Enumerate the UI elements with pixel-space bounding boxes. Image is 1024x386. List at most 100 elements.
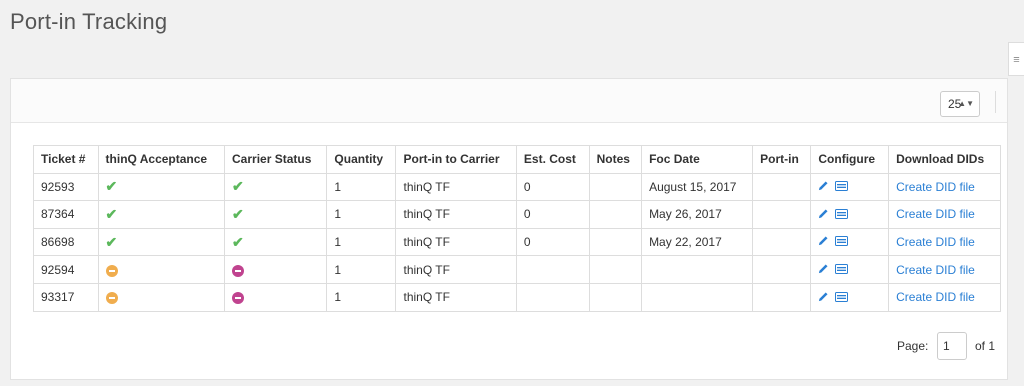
table-header-row: Ticket # thinQ Acceptance Carrier Status… xyxy=(33,145,1001,174)
minus-circle-orange-icon xyxy=(105,292,118,305)
select-arrows-icon: ▲▼ xyxy=(958,99,974,108)
minus-circle-purple-icon xyxy=(232,292,245,305)
table-row: 87364 ✔ ✔ 1 thinQ TF 0 May 26, 2017 Create DID … xyxy=(33,200,1001,229)
pencil-icon[interactable] xyxy=(818,291,829,305)
notes-cell xyxy=(588,200,643,229)
download-cell: Create DID file xyxy=(888,282,1001,312)
col-carrier[interactable]: Port-in to Carrier xyxy=(395,145,517,174)
pencil-icon[interactable] xyxy=(818,235,829,249)
acceptance-cell: ✔ xyxy=(97,227,226,257)
quantity-cell: 1 xyxy=(326,227,397,257)
col-carrier-status[interactable]: Carrier Status xyxy=(224,145,328,174)
ticket-cell: 92593 xyxy=(33,172,99,202)
check-icon: ✔ xyxy=(232,205,244,222)
notes-cell xyxy=(588,227,643,257)
est-cost-cell: 0 xyxy=(515,200,590,229)
card-icon[interactable] xyxy=(835,208,849,222)
download-cell: Create DID file xyxy=(888,227,1001,257)
download-cell: Create DID file xyxy=(888,172,1001,202)
download-cell: Create DID file xyxy=(888,200,1001,229)
acceptance-cell: ✔ xyxy=(97,172,226,202)
table-row: 92594 1 thinQ TF Create DID file xyxy=(33,255,1001,284)
carrier-cell: thinQ TF xyxy=(395,227,517,257)
card-icon[interactable] xyxy=(835,291,849,305)
col-ticket[interactable]: Ticket # xyxy=(33,145,99,174)
ticket-cell: 93317 xyxy=(33,282,99,312)
foc-date-cell: May 26, 2017 xyxy=(641,200,754,229)
foc-date-cell xyxy=(641,282,754,312)
port-in-cell xyxy=(752,227,812,257)
page-number-input[interactable] xyxy=(937,332,967,360)
foc-date-cell: August 15, 2017 xyxy=(641,172,754,202)
col-est-cost[interactable]: Est. Cost xyxy=(515,145,590,174)
carrier-status-cell xyxy=(224,255,328,284)
est-cost-cell: 0 xyxy=(515,172,590,202)
create-did-file-link[interactable]: Create DID file xyxy=(896,263,975,277)
port-in-table: Ticket # thinQ Acceptance Carrier Status… xyxy=(33,145,1001,312)
acceptance-cell xyxy=(97,255,226,284)
port-in-cell xyxy=(752,172,812,202)
menu-icon: ≡ xyxy=(1013,54,1020,66)
quantity-cell: 1 xyxy=(326,282,397,312)
col-port-in[interactable]: Port-in xyxy=(752,145,812,174)
minus-circle-orange-icon xyxy=(105,264,118,277)
configure-cell xyxy=(810,227,890,257)
ticket-cell: 92594 xyxy=(33,255,99,284)
card-icon[interactable] xyxy=(835,180,849,194)
carrier-status-cell: ✔ xyxy=(224,200,328,229)
check-icon: ✔ xyxy=(232,178,244,195)
carrier-cell: thinQ TF xyxy=(395,255,517,284)
toolbar-divider xyxy=(995,91,996,113)
configure-cell xyxy=(810,200,890,229)
pencil-icon[interactable] xyxy=(818,263,829,277)
acceptance-cell: ✔ xyxy=(97,200,226,229)
acceptance-cell xyxy=(97,282,226,312)
configure-cell xyxy=(810,172,890,202)
notes-cell xyxy=(588,255,643,284)
table-row: 86698 ✔ ✔ 1 thinQ TF 0 May 22, 2017 Create DID … xyxy=(33,227,1001,257)
page-label: Page: xyxy=(897,339,929,353)
table-row: 92593 ✔ ✔ 1 thinQ TF 0 August 15, 2017 Create D… xyxy=(33,172,1001,202)
col-quantity[interactable]: Quantity xyxy=(326,145,397,174)
check-icon: ✔ xyxy=(232,233,244,250)
carrier-status-cell: ✔ xyxy=(224,172,328,202)
check-icon: ✔ xyxy=(105,178,118,195)
ticket-cell: 86698 xyxy=(33,227,99,257)
create-did-file-link[interactable]: Create DID file xyxy=(896,235,975,249)
quantity-cell: 1 xyxy=(326,255,397,284)
col-notes[interactable]: Notes xyxy=(588,145,643,174)
configure-cell xyxy=(810,282,890,312)
port-in-cell xyxy=(752,255,812,284)
table-row: 93317 1 thinQ TF Create DID file xyxy=(33,282,1001,312)
create-did-file-link[interactable]: Create DID file xyxy=(896,290,975,304)
create-did-file-link[interactable]: Create DID file xyxy=(896,207,975,221)
carrier-status-cell: ✔ xyxy=(224,227,328,257)
quantity-cell: 1 xyxy=(326,172,397,202)
page-title: Port-in Tracking xyxy=(10,9,168,34)
card-icon[interactable] xyxy=(835,235,849,249)
card-icon[interactable] xyxy=(835,263,849,277)
foc-date-cell: May 22, 2017 xyxy=(641,227,754,257)
side-panel-toggle[interactable]: ≡ xyxy=(1008,42,1024,76)
est-cost-cell: 0 xyxy=(515,227,590,257)
create-did-file-link[interactable]: Create DID file xyxy=(896,180,975,194)
port-in-cell xyxy=(752,200,812,229)
col-acceptance[interactable]: thinQ Acceptance xyxy=(97,145,226,174)
notes-cell xyxy=(588,282,643,312)
carrier-cell: thinQ TF xyxy=(395,200,517,229)
col-foc-date[interactable]: Foc Date xyxy=(641,145,754,174)
download-cell: Create DID file xyxy=(888,255,1001,284)
notes-cell xyxy=(588,172,643,202)
minus-circle-purple-icon xyxy=(232,264,245,277)
panel-toolbar: 25 ▲▼ xyxy=(11,79,1007,123)
pencil-icon[interactable] xyxy=(818,208,829,222)
carrier-status-cell xyxy=(224,282,328,312)
pencil-icon[interactable] xyxy=(818,180,829,194)
page-size-select[interactable]: 25 ▲▼ xyxy=(940,91,980,117)
page-total: of 1 xyxy=(975,339,996,353)
foc-date-cell xyxy=(641,255,754,284)
ticket-cell: 87364 xyxy=(33,200,99,229)
port-in-cell xyxy=(752,282,812,312)
configure-cell xyxy=(810,255,890,284)
col-configure: Configure xyxy=(810,145,890,174)
